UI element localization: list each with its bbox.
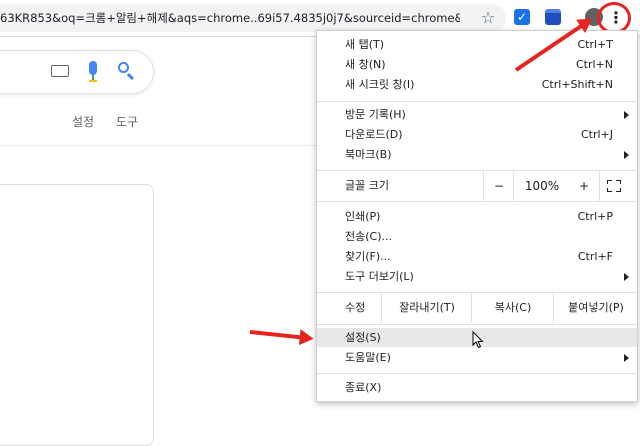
menu-item-label: 다운로드(D): [345, 128, 403, 141]
zoom-out-button[interactable]: −: [483, 171, 514, 201]
cut-button[interactable]: 잘라내기(T): [381, 293, 472, 323]
search-icon[interactable]: [117, 61, 137, 81]
microphone-icon[interactable]: [87, 61, 99, 83]
menu-item-label: 도구 더보기(L): [345, 270, 414, 283]
menu-item-print[interactable]: 인쇄(P) Ctrl+P: [317, 207, 637, 226]
menu-item-shortcut: Ctrl+P: [577, 210, 613, 223]
paste-button[interactable]: 붙여넣기(P): [553, 293, 638, 323]
submenu-arrow-icon: [624, 111, 629, 119]
submenu-arrow-icon: [624, 273, 629, 281]
zoom-level: 100%: [513, 171, 570, 201]
checkbox-extension-icon[interactable]: [514, 9, 530, 25]
keyboard-icon[interactable]: [51, 65, 69, 77]
zoom-controls: − 100% +: [483, 171, 637, 201]
menu-edit-row: 수정 잘라내기(T) 복사(C) 붙여넣기(P): [317, 293, 637, 323]
menu-separator: [317, 373, 637, 374]
window-extension-icon[interactable]: [545, 9, 561, 25]
menu-item-label: 종료(X): [345, 381, 382, 394]
menu-separator: [317, 101, 637, 102]
address-bar-url[interactable]: 63KR853&oq=크롬+알림+해제&aqs=chrome..69i57.48…: [0, 10, 460, 26]
nav-link-tools[interactable]: 도구: [116, 113, 138, 130]
menu-item-label: 북마크(B): [345, 148, 392, 161]
menu-item-label: 새 시크릿 창(I): [345, 78, 415, 91]
zoom-in-button[interactable]: +: [569, 171, 600, 201]
menu-item-label: 도움말(E): [345, 351, 391, 364]
menu-item-shortcut: Ctrl+J: [580, 128, 613, 141]
menu-item-shortcut: Ctrl+N: [575, 58, 613, 71]
menu-item-label: 방문 기록(H): [345, 108, 406, 121]
edit-label: 수정: [345, 301, 366, 314]
menu-item-incognito[interactable]: 새 시크릿 창(I) Ctrl+Shift+N: [317, 75, 637, 94]
menu-item-label: 글꼴 크기: [345, 179, 389, 192]
menu-item-new-tab[interactable]: 새 탭(T) Ctrl+T: [317, 35, 637, 54]
nav-link-settings[interactable]: 설정: [72, 113, 94, 130]
menu-item-exit[interactable]: 종료(X): [317, 378, 637, 397]
menu-separator: [317, 324, 637, 325]
menu-item-label: 설정(S): [345, 331, 381, 344]
menu-item-label: 전송(C)...: [345, 230, 392, 243]
mouse-cursor-icon: [472, 331, 484, 349]
menu-item-shortcut: Ctrl+Shift+N: [541, 78, 613, 91]
menu-item-label: 새 탭(T): [345, 38, 385, 51]
menu-item-label: 인쇄(P): [345, 210, 381, 223]
menu-item-shortcut: Ctrl+T: [577, 38, 613, 51]
submenu-arrow-icon: [624, 354, 629, 362]
star-icon[interactable]: ☆: [478, 8, 498, 28]
menu-item-new-window[interactable]: 새 창(N) Ctrl+N: [317, 55, 637, 74]
fullscreen-icon[interactable]: [607, 180, 621, 192]
menu-item-label: 찾기(F)...: [345, 250, 391, 263]
menu-item-label: 새 창(N): [345, 58, 386, 71]
menu-item-downloads[interactable]: 다운로드(D) Ctrl+J: [317, 125, 637, 144]
address-bar[interactable]: 63KR853&oq=크롬+알림+해제&aqs=chrome..69i57.48…: [0, 4, 506, 32]
copy-button[interactable]: 복사(C): [471, 293, 554, 323]
submenu-arrow-icon: [624, 151, 629, 159]
menu-item-find[interactable]: 찾기(F)... Ctrl+F: [317, 247, 637, 266]
result-card: [0, 184, 154, 446]
menu-item-shortcut: Ctrl+F: [577, 250, 613, 263]
menu-separator: [317, 201, 637, 202]
search-box[interactable]: [0, 50, 154, 94]
menu-item-help[interactable]: 도움말(E): [317, 348, 637, 367]
menu-item-bookmarks[interactable]: 북마크(B): [317, 145, 637, 164]
menu-item-more-tools[interactable]: 도구 더보기(L): [317, 267, 637, 286]
menu-item-cast[interactable]: 전송(C)...: [317, 227, 637, 246]
content-divider: [0, 145, 316, 146]
menu-item-history[interactable]: 방문 기록(H): [317, 105, 637, 124]
red-arrow-to-settings: [249, 330, 302, 340]
